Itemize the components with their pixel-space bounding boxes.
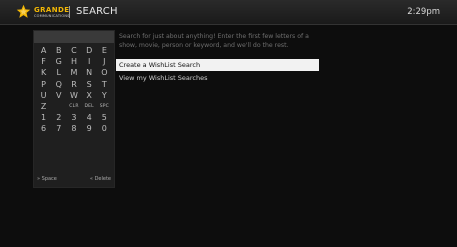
keyboard-footer: » Space « Delete (37, 176, 111, 184)
key-3[interactable]: 3 (66, 112, 81, 123)
key-o[interactable]: O (97, 67, 112, 78)
search-hint: Search for just about anything! Enter th… (119, 33, 309, 49)
logo-sub-text: COMMUNICATIONS (34, 14, 70, 18)
key-z[interactable]: Z (36, 101, 51, 112)
key-d[interactable]: D (82, 45, 97, 56)
key-s[interactable]: S (82, 79, 97, 90)
key-del[interactable]: DEL (82, 101, 97, 112)
key-u[interactable]: U (36, 90, 51, 101)
space-shortcut[interactable]: » Space (37, 176, 57, 182)
key-i[interactable]: I (82, 56, 97, 67)
key-m[interactable]: M (66, 67, 81, 78)
page-title: SEARCH (76, 6, 118, 17)
key-7[interactable]: 7 (51, 123, 66, 134)
key-l[interactable]: L (51, 67, 66, 78)
onscreen-keyboard: A B C D E F G H I J K L M N O P Q R S T U V W X Y Z CLR DEL SPC 1 2 3 4 5… (33, 30, 115, 188)
create-wishlist-search-option[interactable]: Create a WishList Search (116, 59, 319, 71)
view-wishlist-searches-option[interactable]: View my WishList Searches (116, 72, 319, 84)
key-f[interactable]: F (36, 56, 51, 67)
key-9[interactable]: 9 (82, 123, 97, 134)
clock: 2:29pm (407, 7, 440, 17)
key-k[interactable]: K (36, 67, 51, 78)
star-logo-icon (16, 4, 31, 18)
key-x[interactable]: X (82, 90, 97, 101)
key-j[interactable]: J (97, 56, 112, 67)
key-p[interactable]: P (36, 79, 51, 90)
key-e[interactable]: E (97, 45, 112, 56)
key-q[interactable]: Q (51, 79, 66, 90)
keyboard-keys: A B C D E F G H I J K L M N O P Q R S T U V W X Y Z CLR DEL SPC 1 2 3 4 5… (36, 45, 112, 135)
key-a[interactable]: A (36, 45, 51, 56)
key-w[interactable]: W (66, 90, 81, 101)
key-6[interactable]: 6 (36, 123, 51, 134)
key-4[interactable]: 4 (82, 112, 97, 123)
logo-brand-text: GRANDE (34, 6, 70, 14)
key-y[interactable]: Y (97, 90, 112, 101)
key-t[interactable]: T (97, 79, 112, 90)
key-spc[interactable]: SPC (97, 101, 112, 112)
key-g[interactable]: G (51, 56, 66, 67)
tv-screen: GRANDE COMMUNICATIONS SEARCH 2:29pm ABCD… (0, 0, 457, 247)
grande-logo: GRANDE COMMUNICATIONS (16, 4, 70, 20)
header-divider (69, 6, 70, 18)
delete-shortcut[interactable]: « Delete (90, 176, 111, 182)
key-b[interactable]: B (51, 45, 66, 56)
top-bar: GRANDE COMMUNICATIONS SEARCH 2:29pm (0, 0, 457, 25)
key-clr[interactable]: CLR (66, 101, 81, 112)
key-v[interactable]: V (51, 90, 66, 101)
key-n[interactable]: N (82, 67, 97, 78)
key-0[interactable]: 0 (97, 123, 112, 134)
key-c[interactable]: C (66, 45, 81, 56)
key-r[interactable]: R (66, 79, 81, 90)
key-8[interactable]: 8 (66, 123, 81, 134)
key-1[interactable]: 1 (36, 112, 51, 123)
search-entry-field[interactable] (34, 31, 114, 43)
key-blank (51, 101, 66, 112)
wishlist-options: Create a WishList Search View my WishList… (116, 59, 319, 85)
key-2[interactable]: 2 (51, 112, 66, 123)
key-h[interactable]: H (66, 56, 81, 67)
key-5[interactable]: 5 (97, 112, 112, 123)
